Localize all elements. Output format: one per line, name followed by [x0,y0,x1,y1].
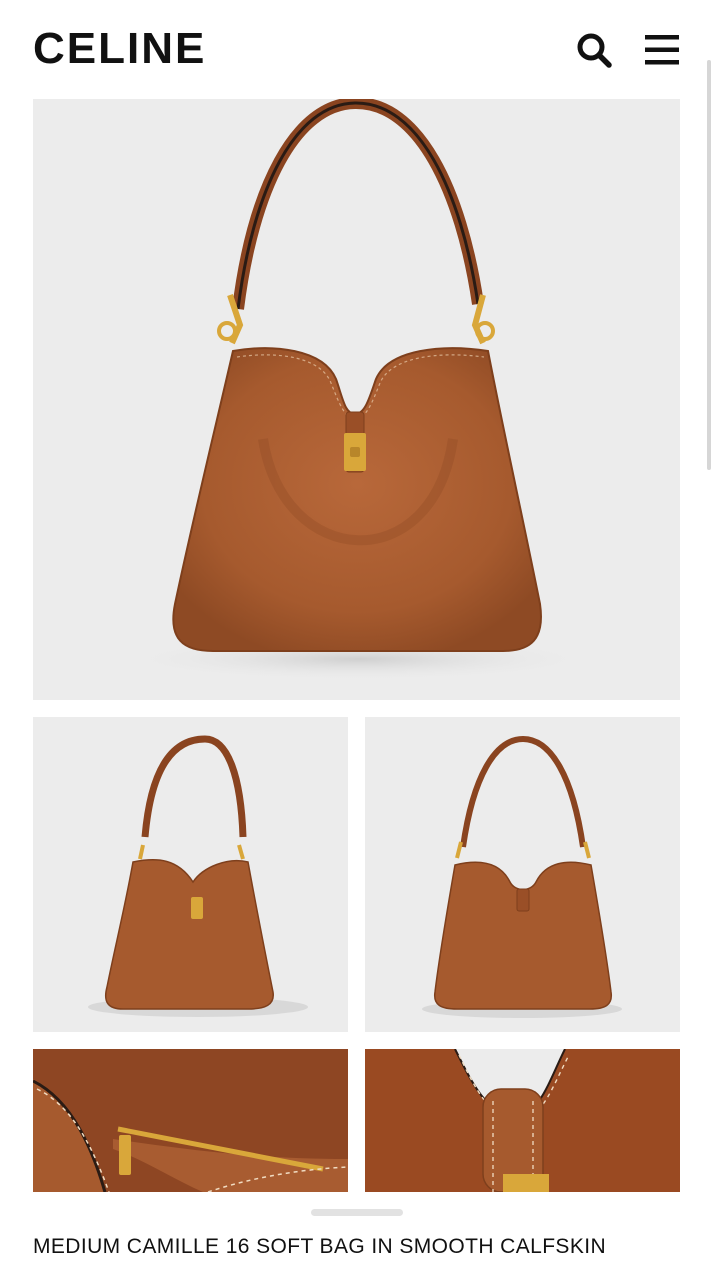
hamburger-menu-icon[interactable] [643,31,681,69]
page-scrollbar[interactable] [707,60,711,470]
search-icon[interactable] [575,31,613,69]
bag-front-illustration [118,99,598,681]
product-image-interior-detail[interactable] [33,1049,348,1192]
gallery-scroll-indicator[interactable] [311,1209,403,1216]
product-image-clasp-detail[interactable] [365,1049,680,1192]
product-title: MEDIUM CAMILLE 16 SOFT BAG IN SMOOTH CAL… [33,1235,607,1258]
header-actions [575,31,681,69]
site-header: CELINE [0,0,713,100]
clasp-illustration [365,1049,680,1192]
bag-side-illustration [88,735,308,1017]
zip-pocket-illustration [33,1049,348,1192]
product-image-three-quarter[interactable] [33,717,348,1032]
product-image-front[interactable] [33,99,680,700]
product-image-back[interactable] [365,717,680,1032]
bag-back-illustration [422,735,622,1018]
celine-logo[interactable]: CELINE [33,27,206,71]
